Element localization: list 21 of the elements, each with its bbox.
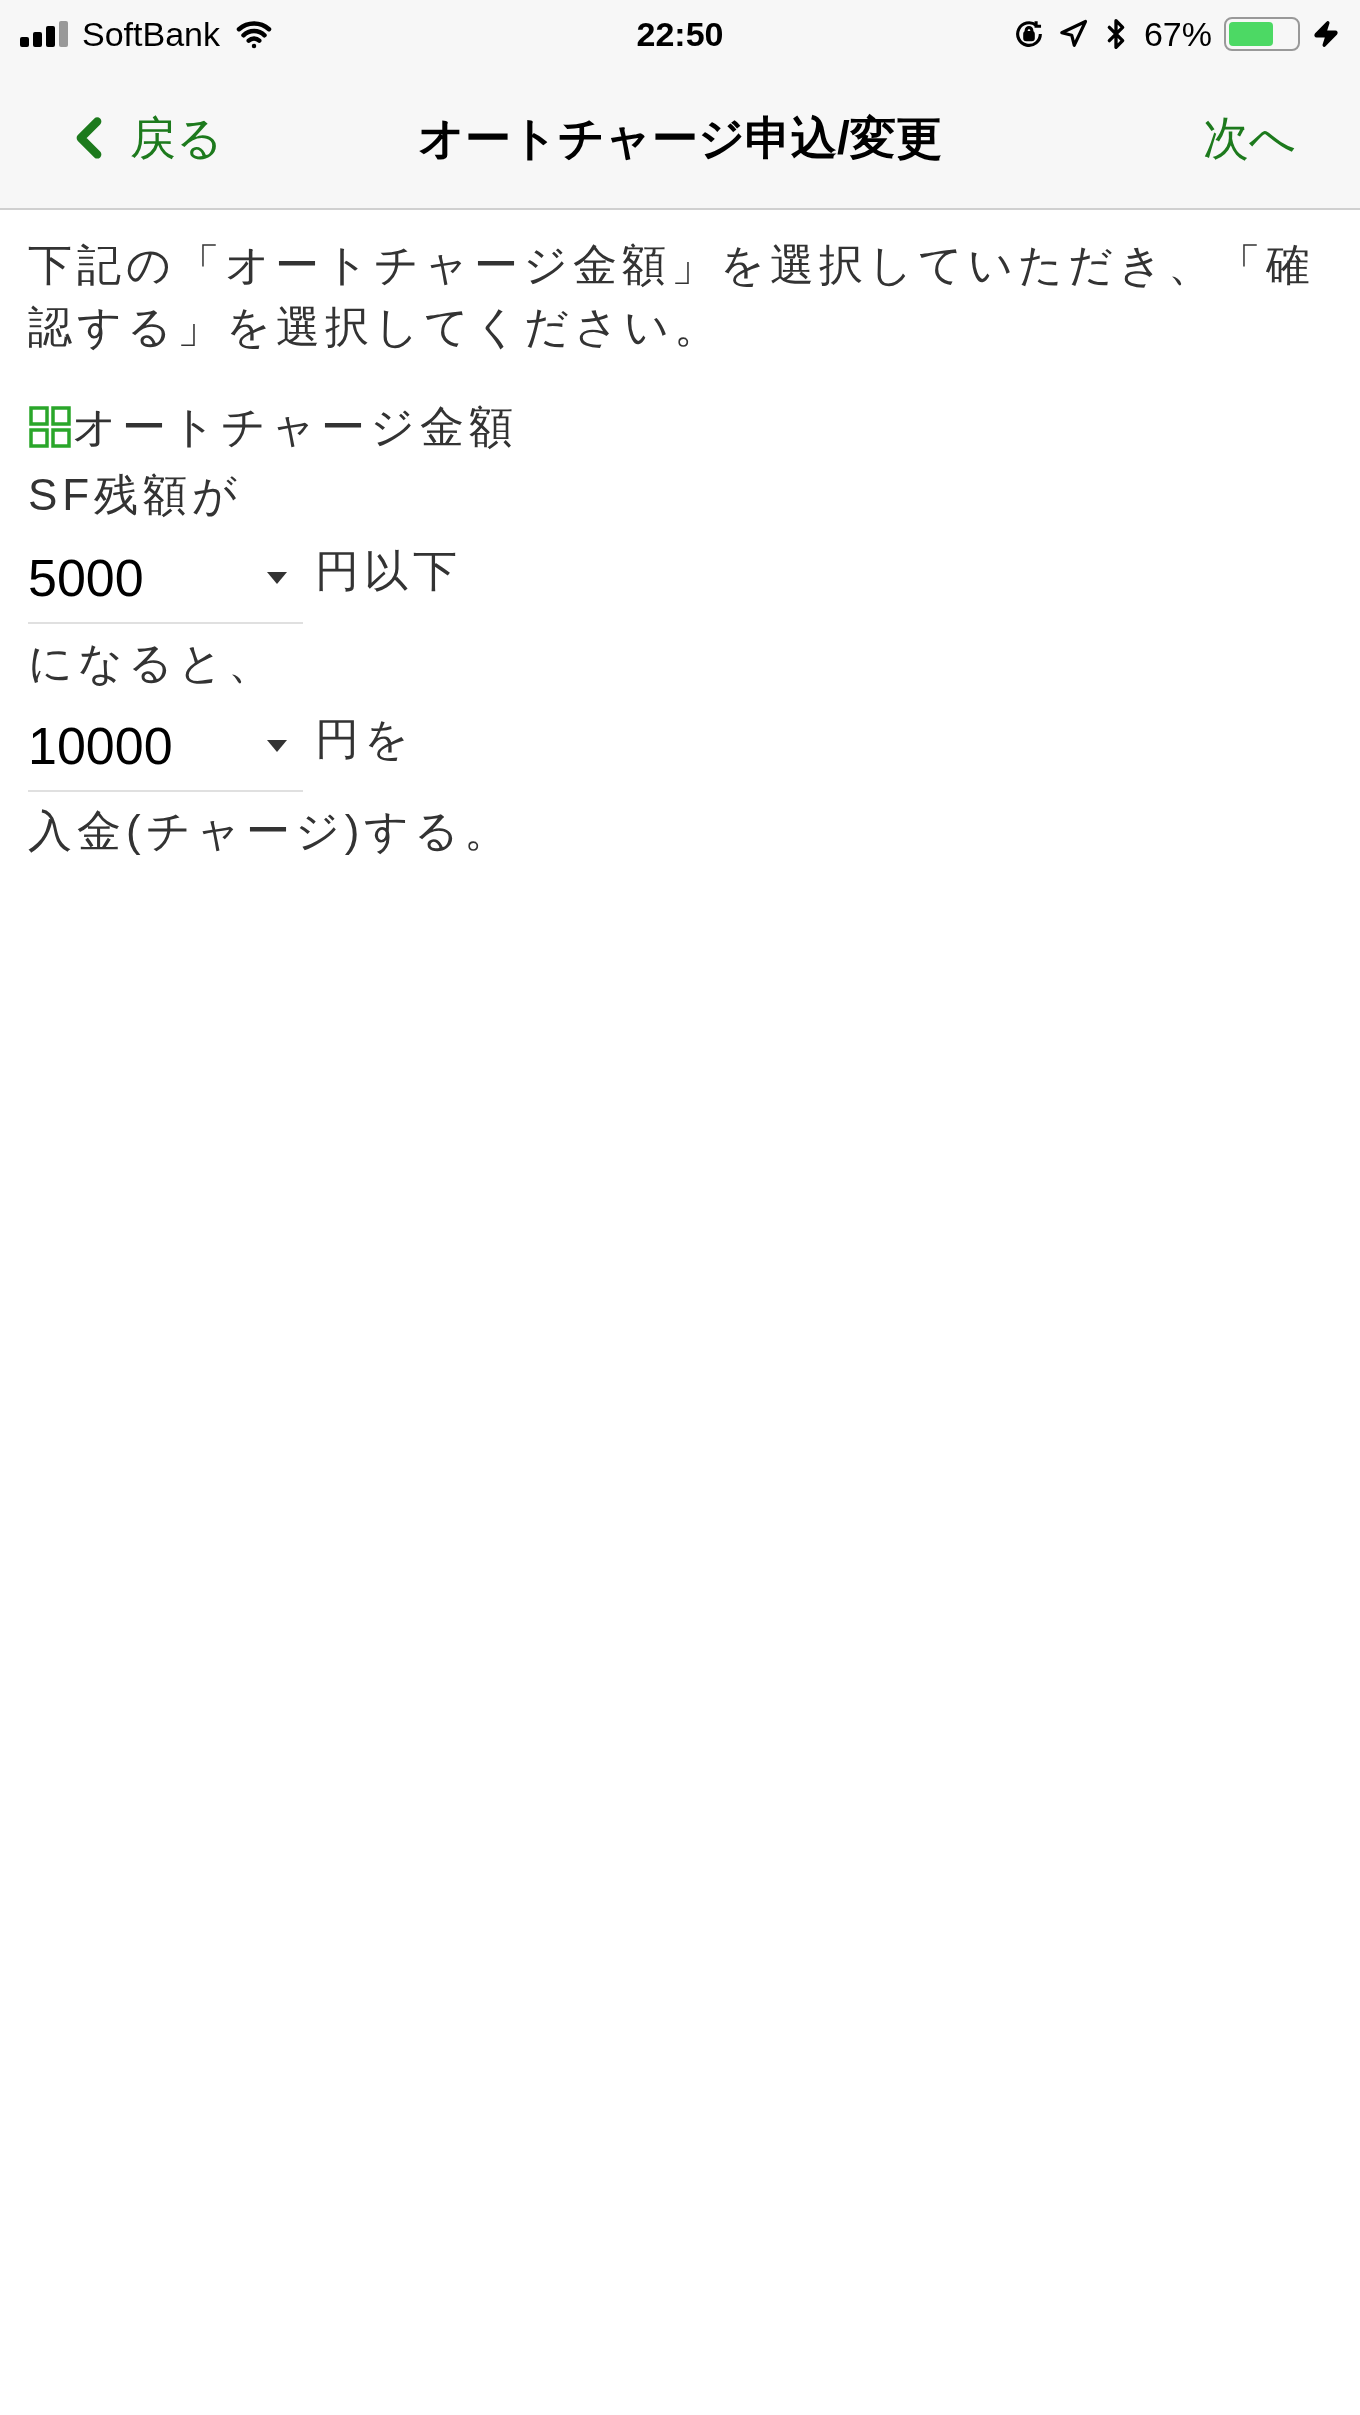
- form-text: 入金(チャージ)する。: [28, 806, 514, 855]
- dropdown-caret-icon: [267, 740, 287, 752]
- next-button[interactable]: 次へ: [996, 103, 1296, 173]
- back-button[interactable]: 戻る: [64, 103, 364, 173]
- status-time: 22:50: [636, 13, 724, 55]
- grid-icon: [28, 405, 72, 449]
- location-icon: [1057, 19, 1088, 49]
- form-text: になると、: [28, 638, 277, 687]
- battery-icon: [1224, 17, 1300, 51]
- section-title: オートチャージ金額: [72, 401, 518, 453]
- carrier-name: SoftBank: [82, 13, 220, 55]
- battery-percent: 67%: [1143, 13, 1212, 55]
- dropdown-caret-icon: [267, 572, 287, 584]
- page-title: オートチャージ申込/変更: [418, 110, 942, 166]
- charging-icon: [1312, 20, 1340, 48]
- unit-text: 円を: [315, 713, 414, 765]
- amount-select[interactable]: 5000: [28, 534, 303, 624]
- instruction-text: 下記の「オートチャージ金額」を選択していただき、「確認する」を選択してください。: [28, 239, 1316, 353]
- form-text: SF残額が: [28, 470, 243, 519]
- amount-select[interactable]: 10000: [28, 702, 303, 792]
- unit-text: 円以下: [315, 545, 462, 597]
